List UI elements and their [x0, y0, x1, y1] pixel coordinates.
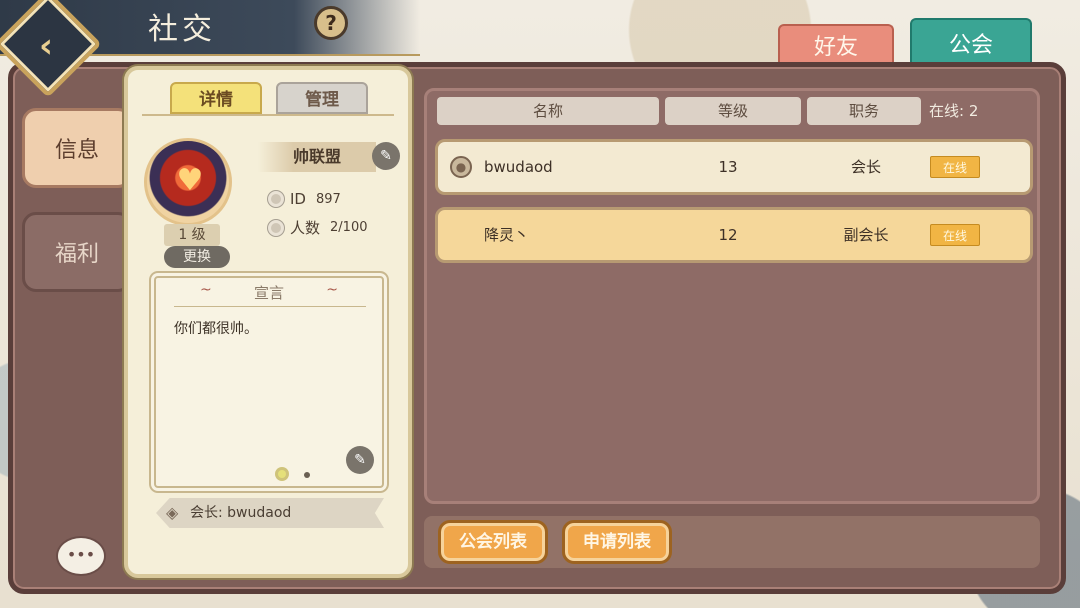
guild-leader-bar: ◈ 会长: bwudaod: [156, 498, 384, 528]
column-header-name: 名称: [437, 97, 659, 125]
divider: [174, 306, 366, 307]
guild-id-row: ID 897: [268, 190, 341, 208]
member-list-panel: 名称 等级 职务 在线: 2 ● bwudaod 13 会长 在线 降灵丶 12…: [424, 88, 1040, 504]
edit-name-icon[interactable]: ✎: [372, 142, 400, 170]
guild-detail-card: 详情 管理 ♥ 1 级 更换 帅联盟 ✎ ID 897 人数 2/100 ~ 宣…: [124, 66, 412, 578]
guild-name: 帅联盟: [258, 142, 376, 172]
guild-members-row: 人数 2/100: [268, 217, 367, 238]
bullet-icon: [268, 191, 284, 207]
column-header-role: 职务: [807, 97, 921, 125]
declaration-text: 你们都很帅。: [174, 321, 258, 337]
member-list-header: 名称 等级 职务 在线: 2: [437, 97, 1033, 127]
guild-id-label: ID: [290, 190, 306, 208]
guild-members-value: 2/100: [330, 220, 368, 235]
ornament-icon: ~: [326, 282, 338, 298]
page-indicator[interactable]: [304, 472, 310, 478]
page-indicator-active[interactable]: [278, 470, 286, 478]
diamond-ornament-icon: ◈: [166, 503, 179, 522]
guild-list-button[interactable]: 公会列表: [438, 520, 548, 564]
apply-list-button[interactable]: 申请列表: [562, 520, 672, 564]
guild-members-label: 人数: [290, 219, 321, 237]
guild-id-value: 897: [315, 191, 341, 207]
leader-label: 会长:: [190, 505, 223, 521]
member-role: 会长: [850, 158, 881, 176]
column-header-level: 等级: [665, 97, 801, 125]
member-role: 副会长: [843, 226, 889, 244]
member-name: bwudaod: [484, 158, 553, 176]
member-name: 降灵丶: [484, 226, 530, 244]
online-status-badge: 在线: [930, 156, 980, 178]
guild-emblem-area: ♥ 1 级: [140, 128, 236, 254]
member-row[interactable]: ● bwudaod 13 会长 在线: [435, 139, 1033, 195]
side-tab-benefit[interactable]: 福利: [22, 212, 132, 292]
member-level: 13: [718, 158, 738, 176]
chat-bubble-icon[interactable]: •••: [56, 536, 106, 576]
help-button[interactable]: ?: [314, 6, 348, 40]
member-level: 12: [718, 226, 738, 244]
page-title: 社交: [148, 12, 216, 47]
bullet-icon: [268, 219, 284, 236]
tab-details[interactable]: 详情: [170, 82, 262, 114]
online-count: 在线: 2: [929, 102, 979, 120]
divider: [142, 114, 394, 116]
leader-name: bwudaod: [227, 505, 292, 521]
side-tab-info[interactable]: 信息: [22, 108, 132, 188]
edit-declaration-icon[interactable]: ✎: [346, 446, 374, 474]
heart-icon: ♥: [176, 163, 204, 198]
declaration-box: ~ 宣言 ~ 你们都很帅。 ✎: [154, 276, 384, 488]
avatar-icon: ●: [450, 156, 472, 178]
online-status-badge: 在线: [930, 224, 980, 246]
guild-level: 1 级: [164, 224, 220, 246]
tab-manage[interactable]: 管理: [276, 82, 368, 114]
member-row[interactable]: 降灵丶 12 副会长 在线: [435, 207, 1033, 263]
change-emblem-button[interactable]: 更换: [164, 246, 230, 268]
declaration-title: 宣言: [253, 284, 284, 302]
